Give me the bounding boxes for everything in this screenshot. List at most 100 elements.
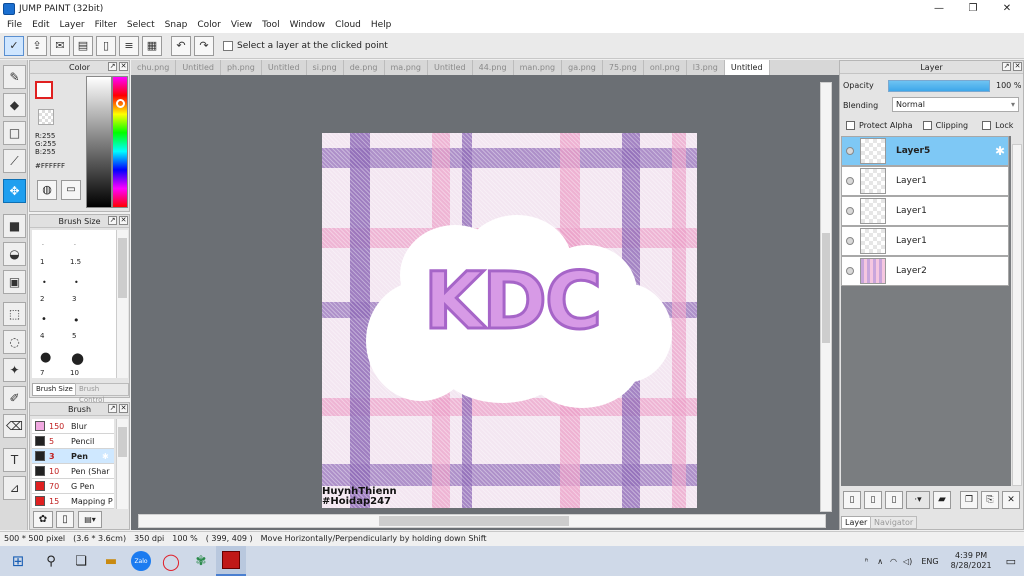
fill-rect-tool-icon[interactable]: ■ [3,214,26,238]
brush-size-label[interactable]: 3 [72,295,76,303]
menu-view[interactable]: View [226,20,257,30]
tab-document[interactable]: de.png [344,60,385,75]
jump-paint-app-icon[interactable] [216,546,246,576]
brush-settings-icon[interactable]: ✿ [33,511,53,528]
panel-close-icon[interactable]: ✕ [1013,62,1022,71]
visibility-icon[interactable] [846,177,854,185]
task-view-icon[interactable]: ❏ [66,546,96,576]
menu-layer[interactable]: Layer [55,20,90,30]
tab-document[interactable]: onl.png [644,60,687,75]
gear-icon[interactable]: ✱ [995,144,1005,158]
layer-row-layer1[interactable]: Layer1 [841,226,1009,256]
doc-list-icon[interactable]: ≡ [119,35,139,56]
select-rect-tool-icon[interactable]: ⬚ [3,302,26,326]
brush-size-label[interactable]: 7 [40,369,44,377]
brightness-slider[interactable] [86,76,112,208]
brush-size-label[interactable]: 1.5 [70,258,81,266]
brush-size-dot[interactable]: • [74,278,79,287]
tab-document[interactable]: chu.png [131,60,177,75]
new-halftone-layer-icon[interactable]: ▯ [885,491,903,509]
hue-slider[interactable] [112,76,128,208]
brush-item-pen-sharp[interactable]: 10 Pen (Shar [32,464,114,479]
tab-document[interactable]: Untitled [262,60,307,75]
search-icon[interactable]: ⚲ [36,546,66,576]
language-indicator[interactable]: ENG [915,557,944,566]
tab-document[interactable]: 75.png [603,60,644,75]
visibility-icon[interactable] [846,207,854,215]
delete-layer-icon[interactable]: ✕ [1002,491,1020,509]
tab-document[interactable]: Untitled [176,60,221,75]
copy-layer-icon[interactable]: ❐ [960,491,978,509]
clipping-checkbox[interactable] [922,121,932,130]
layer-list-scrollbar[interactable] [1012,144,1022,486]
grid-settings-icon[interactable]: ▦ [142,35,162,56]
brush-menu-icon[interactable]: ▤▾ [78,511,102,528]
eraser-tool-icon[interactable]: ◆ [3,93,26,117]
wifi-icon[interactable]: ◠ [887,557,900,566]
export-icon[interactable]: ⇪ [27,35,47,56]
protect-alpha-checkbox[interactable] [846,121,855,130]
eyedropper-tool-icon[interactable]: ⊿ [3,476,26,500]
brush-item-mapping-pen[interactable]: 15 Mapping P [32,494,114,509]
move-tool-icon[interactable]: ✥ [3,179,26,203]
notification-icon[interactable]: ▭ [998,555,1024,568]
brush-size-label[interactable]: 4 [40,332,44,340]
menu-edit[interactable]: Edit [27,20,54,30]
gear-icon[interactable]: ✱ [102,452,109,461]
menu-color[interactable]: Color [192,20,226,30]
line-tool-icon[interactable]: ⟋ [3,149,26,173]
brush-size-scrollbar[interactable] [116,230,128,378]
panel-close-icon[interactable]: ✕ [119,62,128,71]
menu-window[interactable]: Window [285,20,331,30]
color-history-icon[interactable]: ▭ [61,180,81,200]
layer-menu-icon[interactable]: ·▾ [906,491,930,509]
brush-item-g-pen[interactable]: 70 G Pen [32,479,114,494]
paint-tool-icon[interactable]: ✾ [186,546,216,576]
drawing-canvas[interactable]: KDC HuynhThienn #Hoidap247 [322,133,697,508]
brush-size-label[interactable]: 10 [70,369,79,377]
tab-document[interactable]: 44.png [473,60,514,75]
brush-item-blur[interactable]: 150 Blur [32,419,114,434]
folder-icon[interactable]: ▰ [933,491,951,509]
clock[interactable]: 4:39 PM 8/28/2021 [945,551,998,571]
close-button[interactable]: ✕ [990,0,1024,17]
brush-item-pen[interactable]: 3 Pen ✱ [32,449,114,464]
layer-row-layer1[interactable]: Layer1 [841,166,1009,196]
visibility-icon[interactable] [846,237,854,245]
transparent-color-swatch[interactable] [38,109,54,125]
select-layer-checkbox[interactable] [223,40,233,51]
blending-select[interactable]: Normal ▾ [892,97,1019,112]
tab-document[interactable]: man.png [514,60,563,75]
opera-browser-icon[interactable]: ◯ [156,546,186,576]
brush-size-dot[interactable]: · [42,242,44,249]
tab-layer[interactable]: Layer [841,516,872,529]
menu-snap[interactable]: Snap [160,20,193,30]
tab-document[interactable]: ph.png [221,60,262,75]
layer-row-layer2[interactable]: Layer2 [841,256,1009,286]
menu-tool[interactable]: Tool [257,20,284,30]
cloud-check-icon[interactable]: ✓ [4,35,24,56]
canvas-vertical-scrollbar[interactable] [820,82,832,512]
minimize-button[interactable]: — [922,0,956,17]
people-icon[interactable]: ᴿ [860,557,874,566]
merge-layer-icon[interactable]: ⎘ [981,491,999,509]
hue-picker-handle[interactable] [116,99,125,108]
menu-file[interactable]: File [2,20,27,30]
brush-size-label[interactable]: 1 [40,258,44,266]
undo-icon[interactable]: ↶ [171,35,191,56]
menu-help[interactable]: Help [366,20,397,30]
tab-document[interactable]: Untitled [428,60,473,75]
new-layer-icon[interactable]: ▯ [843,491,861,509]
panel-close-icon[interactable]: ✕ [119,404,128,413]
visibility-icon[interactable] [846,147,854,155]
gradient-tool-icon[interactable]: ▣ [3,270,26,294]
panel-popout-icon[interactable]: ↗ [108,404,117,413]
new-brush-icon[interactable]: ▯ [56,511,74,528]
brush-size-label[interactable]: 2 [40,295,44,303]
chevron-up-icon[interactable]: ∧ [873,557,887,566]
brush-size-dot[interactable]: • [41,314,47,325]
tab-navigator[interactable]: Navigator [870,516,918,529]
page-icon[interactable]: ▯ [96,35,116,56]
brush-item-pencil[interactable]: 5 Pencil [32,434,114,449]
menu-select[interactable]: Select [122,20,160,30]
